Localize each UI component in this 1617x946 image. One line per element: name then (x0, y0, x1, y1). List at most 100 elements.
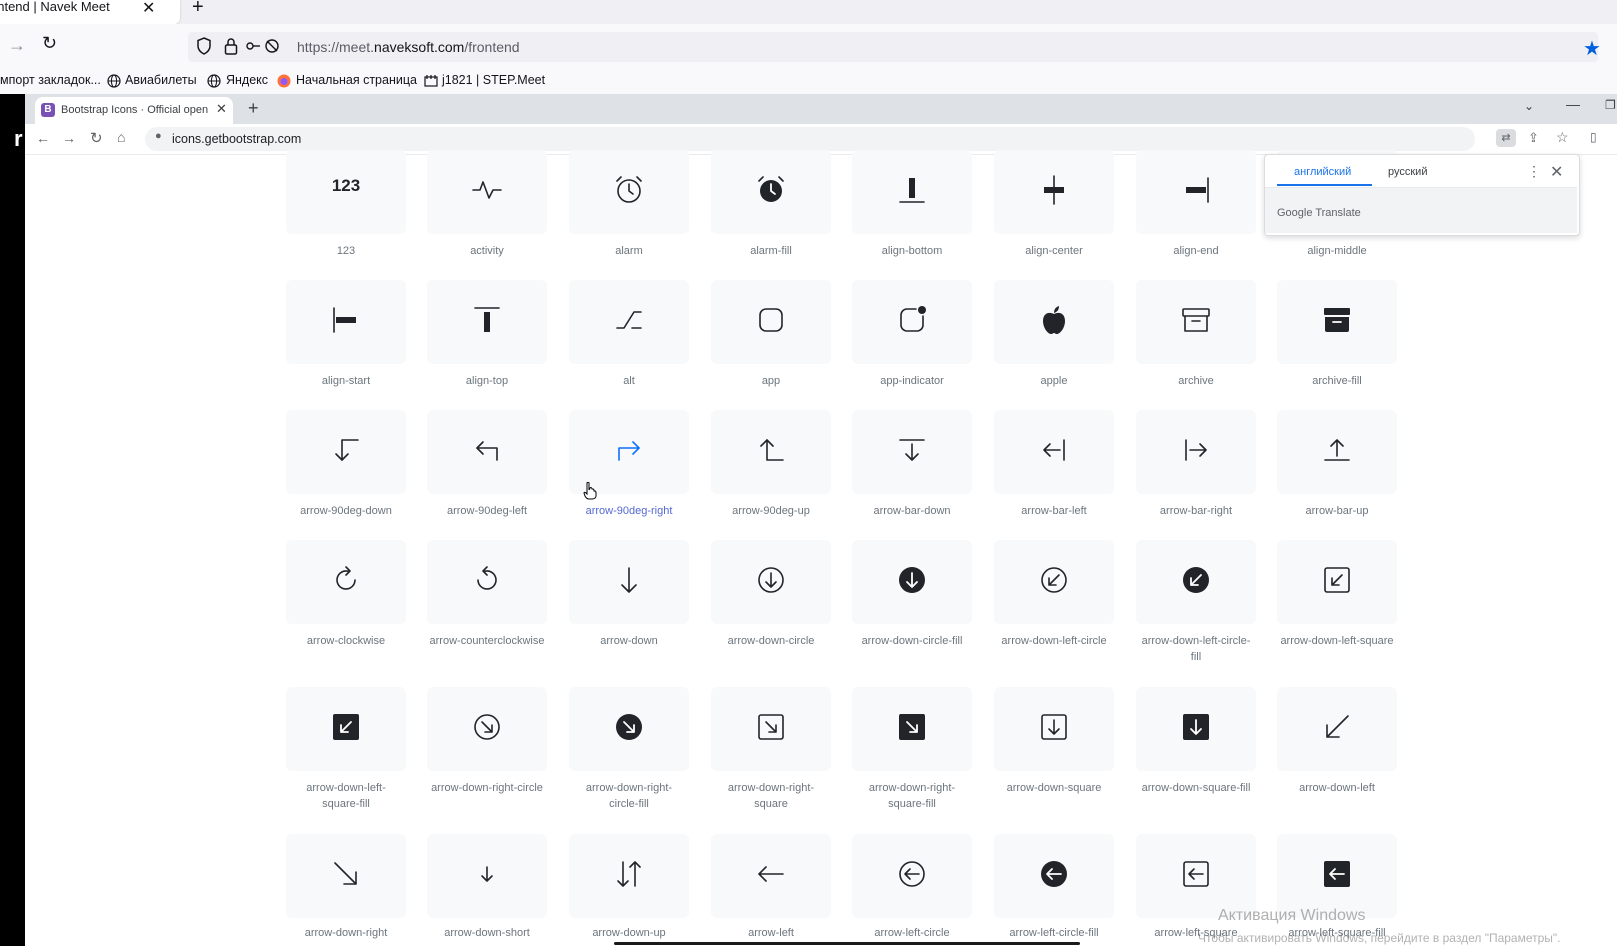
icon-tile-arrow-down-circle[interactable] (711, 540, 831, 624)
icon-label[interactable]: arrow-down-circle (701, 633, 841, 649)
icon-tile-text-123[interactable]: 123 (286, 150, 406, 234)
icon-label[interactable]: arrow-down-right- square (701, 780, 841, 812)
icon-label[interactable]: arrow-clockwise (276, 633, 416, 649)
icon-tile-arrow-down-left-square-fill[interactable] (286, 687, 406, 771)
icon-label[interactable]: activity (417, 243, 557, 259)
icon-tile-arrow-bar-left[interactable] (994, 410, 1114, 494)
icon-tile-arrow-left-square-fill[interactable] (1277, 834, 1397, 918)
icon-label[interactable]: align-bottom (842, 243, 982, 259)
icon-label[interactable]: arrow-down-up (559, 925, 699, 941)
icon-label[interactable]: archive-fill (1267, 373, 1407, 389)
icon-label[interactable]: 123 (276, 243, 416, 259)
icon-tile-app-indicator[interactable] (852, 280, 972, 364)
icon-label[interactable]: align-middle (1267, 243, 1407, 259)
icon-label[interactable]: arrow-down-short (417, 925, 557, 941)
share-icon[interactable]: ⇪ (1528, 130, 1539, 146)
icon-label[interactable]: arrow-down-left-circle- fill (1126, 633, 1266, 665)
bookmark-import[interactable]: мпорт закладок... (0, 73, 101, 87)
icon-tile-arrow-down-right-circle-fill[interactable] (569, 687, 689, 771)
icon-label[interactable]: arrow-90deg-down (276, 503, 416, 519)
close-icon[interactable]: ✕ (142, 0, 155, 18)
bookmark-yandex[interactable]: Яндекс (226, 73, 268, 87)
icon-tile-alt[interactable] (569, 280, 689, 364)
icon-tile-align-center[interactable] (994, 150, 1114, 234)
icon-tile-arrow-down-right-square[interactable] (711, 687, 831, 771)
back-icon[interactable]: ← (36, 130, 50, 146)
icon-tile-align-end[interactable] (1136, 150, 1256, 234)
icon-tile-activity[interactable] (427, 150, 547, 234)
chrome-url[interactable]: icons.getbootstrap.com (172, 132, 301, 146)
chrome-omnibox[interactable] (145, 127, 1475, 151)
icon-tile-alarm[interactable] (569, 150, 689, 234)
side-panel-icon[interactable]: ▯ (1590, 130, 1597, 144)
icon-label[interactable]: arrow-down-circle-fill (842, 633, 982, 649)
bookmark-home-page[interactable]: Начальная страница (296, 73, 417, 87)
icon-tile-arrow-90deg-down[interactable] (286, 410, 406, 494)
icon-tile-archive-fill[interactable] (1277, 280, 1397, 364)
firefox-tab[interactable]: ontend | Navek Meet ✕ (0, 0, 180, 24)
icon-label[interactable]: arrow-down-right- square-fill (842, 780, 982, 812)
icon-tile-arrow-down-left-circle-fill[interactable] (1136, 540, 1256, 624)
icon-tile-arrow-clockwise[interactable] (286, 540, 406, 624)
bookmark-step-meet[interactable]: j1821 | STEP.Meet (442, 73, 545, 87)
icon-tile-arrow-down-up[interactable] (569, 834, 689, 918)
icon-tile-arrow-left-circle[interactable] (852, 834, 972, 918)
icon-label[interactable]: arrow-down-left-circle (984, 633, 1124, 649)
icon-label[interactable]: arrow-bar-up (1267, 503, 1407, 519)
icon-tile-app[interactable] (711, 280, 831, 364)
bookmark-star-icon[interactable]: ★ (1583, 36, 1601, 61)
close-icon[interactable]: ✕ (1550, 162, 1563, 182)
icon-label[interactable]: arrow-counterclockwise (417, 633, 557, 649)
icon-label[interactable]: arrow-90deg-left (417, 503, 557, 519)
icon-label[interactable]: arrow-bar-left (984, 503, 1124, 519)
icon-tile-arrow-down[interactable] (569, 540, 689, 624)
icon-label[interactable]: arrow-down-right- circle-fill (559, 780, 699, 812)
horizontal-scrollbar[interactable] (614, 942, 1080, 945)
icon-tile-align-start[interactable] (286, 280, 406, 364)
reload-icon[interactable]: ↻ (90, 129, 103, 147)
icon-label[interactable]: align-top (417, 373, 557, 389)
icon-label[interactable]: arrow-left (701, 925, 841, 941)
new-tab-button[interactable]: + (248, 98, 259, 119)
icon-tile-arrow-down-right-square-fill[interactable] (852, 687, 972, 771)
icon-label[interactable]: arrow-down-right-circle (417, 780, 557, 796)
icon-tile-arrow-down-left-circle[interactable] (994, 540, 1114, 624)
icon-tile-arrow-down-right[interactable] (286, 834, 406, 918)
icon-label[interactable]: arrow-down-left (1267, 780, 1407, 796)
restore-icon[interactable]: ❐ (1605, 98, 1616, 112)
icon-tile-arrow-bar-right[interactable] (1136, 410, 1256, 494)
icon-label[interactable]: align-center (984, 243, 1124, 259)
forward-icon[interactable]: → (62, 130, 76, 146)
firefox-url[interactable]: https://meet.naveksoft.com/frontend (297, 39, 520, 55)
icon-label[interactable]: arrow-90deg-right (559, 503, 699, 519)
icon-tile-align-top[interactable] (427, 280, 547, 364)
reload-icon[interactable]: ↻ (42, 33, 57, 54)
icon-label[interactable]: arrow-down-left-square (1267, 633, 1407, 649)
icon-tile-arrow-down-square[interactable] (994, 687, 1114, 771)
tab-search-icon[interactable]: ⌄ (1524, 99, 1534, 113)
icon-label[interactable]: align-start (276, 373, 416, 389)
shield-icon[interactable] (196, 37, 212, 55)
lock-icon[interactable] (224, 37, 238, 55)
icon-tile-arrow-down-circle-fill[interactable] (852, 540, 972, 624)
new-tab-button[interactable]: + (192, 0, 204, 19)
icon-tile-arrow-left-circle-fill[interactable] (994, 834, 1114, 918)
icon-label[interactable]: arrow-down (559, 633, 699, 649)
translate-tab-source[interactable]: английский (1294, 166, 1351, 178)
close-icon[interactable]: ✕ (216, 101, 227, 117)
site-info-icon[interactable]: ● (155, 130, 162, 142)
minimize-icon[interactable]: — (1566, 96, 1580, 112)
icon-label[interactable]: apple (984, 373, 1124, 389)
icon-tile-arrow-down-right-circle[interactable] (427, 687, 547, 771)
icon-label[interactable]: arrow-down-right (276, 925, 416, 941)
icon-tile-archive[interactable] (1136, 280, 1256, 364)
icon-label[interactable]: arrow-down-left- square-fill (276, 780, 416, 812)
icon-tile-arrow-down-short[interactable] (427, 834, 547, 918)
icon-label[interactable]: align-end (1126, 243, 1266, 259)
icon-label[interactable]: arrow-90deg-up (701, 503, 841, 519)
icon-label[interactable]: arrow-down-square-fill (1126, 780, 1266, 796)
icon-tile-arrow-down-square-fill[interactable] (1136, 687, 1256, 771)
bookmark-star-icon[interactable]: ☆ (1556, 129, 1569, 146)
icon-tile-arrow-down-left-square[interactable] (1277, 540, 1397, 624)
icon-label[interactable]: arrow-bar-down (842, 503, 982, 519)
